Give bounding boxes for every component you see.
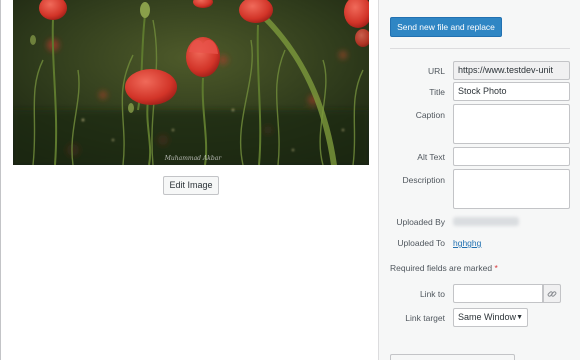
link-to-input[interactable] — [453, 284, 543, 303]
attachment-image: Muhammad Akbar — [13, 0, 369, 165]
divider — [390, 48, 570, 49]
uploaded-to-link[interactable]: hghghg — [453, 238, 481, 248]
uploaded-by-label: Uploaded By — [396, 217, 445, 227]
signature-watermark: Muhammad Akbar — [164, 155, 223, 162]
url-label: URL — [427, 66, 445, 76]
caret-down-icon: ▼ — [516, 314, 523, 321]
required-fields-note: Required fields are marked * — [390, 263, 498, 273]
link-button[interactable] — [543, 284, 561, 303]
link-target-value: Same Window — [458, 312, 517, 322]
attachment-details-sidebar: Send new file and replace URL https://ww… — [378, 0, 580, 360]
caption-field[interactable] — [453, 104, 570, 144]
replace-media-button[interactable]: Send new file and replace — [390, 17, 502, 37]
link-icon — [547, 289, 557, 299]
link-target-label: Link target — [405, 313, 445, 323]
description-label: Description — [402, 175, 445, 185]
alt-text-field[interactable] — [453, 147, 570, 166]
alt-text-label: Alt Text — [417, 152, 445, 162]
title-field[interactable]: Stock Photo — [453, 82, 570, 101]
image-preview-pane: Muhammad Akbar Edit Image — [2, 0, 378, 360]
bottom-action-button[interactable] — [390, 354, 515, 360]
uploaded-to-label: Uploaded To — [397, 238, 445, 248]
required-note-text: Required fields are marked — [390, 263, 493, 273]
caption-label: Caption — [415, 110, 445, 120]
link-to-label: Link to — [419, 289, 445, 299]
title-label: Title — [429, 87, 445, 97]
media-details-frame: Muhammad Akbar Edit Image Send new file … — [0, 0, 580, 360]
link-target-select[interactable]: Same Window ▼ — [453, 308, 528, 327]
required-star: * — [494, 263, 498, 273]
edit-image-button[interactable]: Edit Image — [163, 176, 219, 195]
url-field[interactable]: https://www.testdev-unit — [453, 61, 570, 80]
description-field[interactable] — [453, 169, 570, 209]
uploaded-by-value-redacted — [453, 217, 519, 226]
